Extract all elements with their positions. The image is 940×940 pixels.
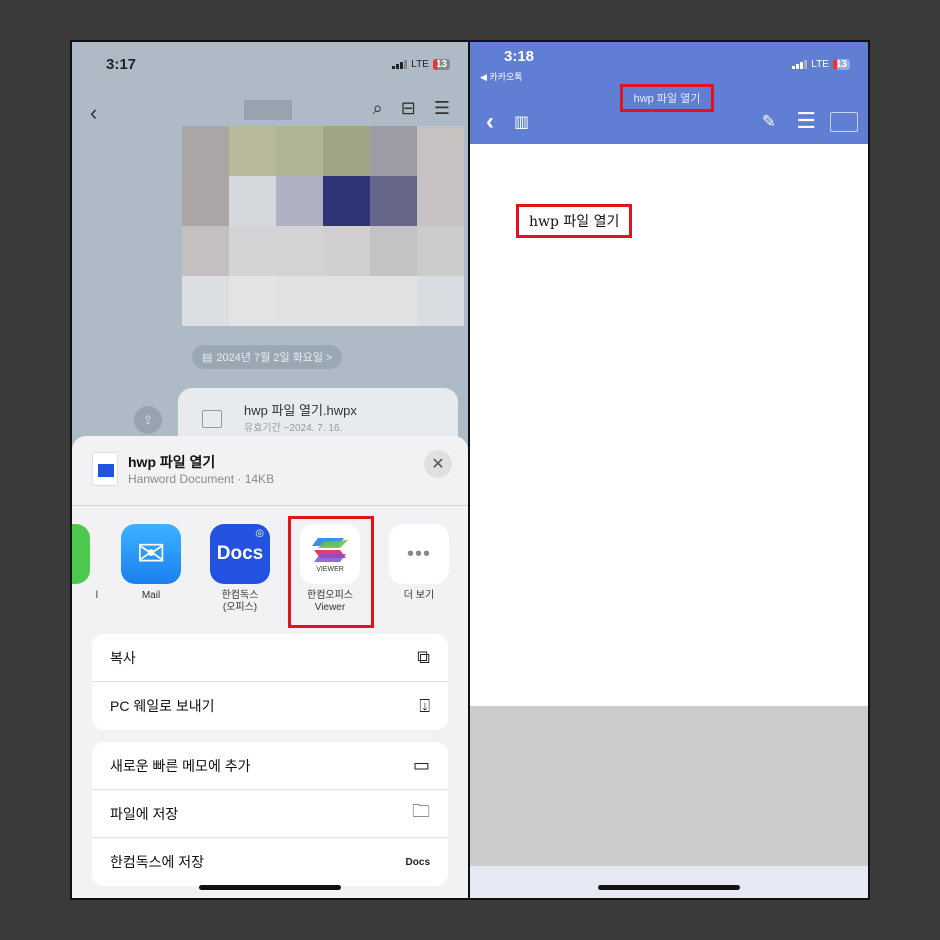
date-pill[interactable]: ▤ 2024년 7월 2일 화요일 > xyxy=(192,345,343,369)
action-send-whale[interactable]: PC 웨일로 보내기 ⍗ xyxy=(92,682,448,730)
status-time: 3:17 xyxy=(106,56,137,73)
menu-icon[interactable]: ☰ xyxy=(434,98,450,119)
status-indicators: LTE 13 xyxy=(392,59,450,70)
close-icon: ✕ xyxy=(431,456,445,473)
whale-send-icon: ⍗ xyxy=(419,695,430,716)
calendar-icon: ▤ xyxy=(202,351,213,364)
right-phone-screen: 3:18 ◀ 카카오톡 LTE 13 hwp 파일 열기 ‹ ▥ ✎ ☰ hwp… xyxy=(470,42,868,898)
battery-icon: 13 xyxy=(832,59,850,70)
chevron-left-icon[interactable]: ‹ xyxy=(90,100,97,126)
keyboard-icon[interactable] xyxy=(830,112,858,132)
action-group-1: 복사 ⧉ PC 웨일로 보내기 ⍗ xyxy=(92,634,448,730)
left-phone-screen: 3:17 LTE 13 ‹ ⌕ ⊟ ☰ ▤ 2024년 7월 2일 화요일 > ⇪… xyxy=(72,42,468,898)
document-background xyxy=(470,706,868,866)
copy-icon: ⧉ xyxy=(417,647,430,667)
status-time: 3:18 xyxy=(504,48,535,65)
pen-icon[interactable]: ✎ xyxy=(762,112,776,132)
archive-icon[interactable]: ⊟ xyxy=(401,98,416,119)
hancom-docs-icon: Docs ◎ xyxy=(210,524,270,584)
back-to-kakaotalk[interactable]: ◀ 카카오톡 xyxy=(480,70,523,83)
action-save-files[interactable]: 파일에 저장 🗀 xyxy=(92,790,448,838)
app-messages[interactable]: l xyxy=(72,524,100,602)
viewer-header: 3:18 ◀ 카카오톡 LTE 13 hwp 파일 열기 ‹ ▥ ✎ ☰ xyxy=(470,42,868,144)
network-label: LTE xyxy=(811,59,829,70)
file-expiry: 유효기간 ~2024. 7. 16. xyxy=(244,423,343,434)
chevron-left-icon[interactable]: ‹ xyxy=(486,108,494,136)
search-icon[interactable]: ⌕ xyxy=(373,98,383,119)
network-label: LTE xyxy=(411,59,429,70)
file-name: hwp 파일 열기.hwpx xyxy=(244,403,357,418)
share-icon[interactable]: ⇪ xyxy=(134,406,162,434)
quick-note-icon: ▭ xyxy=(412,755,430,775)
mail-icon: ✉ xyxy=(121,524,181,584)
folder-icon: 🗀 xyxy=(412,800,430,821)
chat-nav-bar: ‹ ⌕ ⊟ ☰ xyxy=(72,96,468,126)
signal-icon xyxy=(392,60,408,69)
document-thumbnail xyxy=(92,452,118,486)
docs-save-icon: Docs xyxy=(405,856,430,868)
app-hancom-docs[interactable]: Docs ◎ 한컴독스 (오피스) xyxy=(200,524,280,614)
messages-icon xyxy=(72,524,90,584)
action-copy[interactable]: 복사 ⧉ xyxy=(92,634,448,682)
app-mail[interactable]: ✉ Mail xyxy=(111,524,191,602)
viewer-toolbar: ‹ ▥ ✎ ☰ xyxy=(470,108,868,136)
action-quick-note[interactable]: 새로운 빠른 메모에 추가 ▭ xyxy=(92,742,448,790)
folder-icon xyxy=(202,410,222,428)
bottom-bar xyxy=(470,866,868,898)
share-app-row: l ✉ Mail Docs ◎ 한컴독스 (오피스) VIEWER 한컴오피스 V… xyxy=(72,524,468,624)
app-more[interactable]: ••• 더 보기 xyxy=(379,524,459,602)
share-sheet-header: hwp 파일 열기 Hanword Document · 14KB ✕ xyxy=(72,436,468,506)
home-indicator xyxy=(199,885,341,890)
menu-icon[interactable]: ☰ xyxy=(796,108,816,134)
share-title: hwp 파일 열기 xyxy=(128,454,216,470)
more-icon: ••• xyxy=(389,524,449,584)
action-save-docs[interactable]: 한컴독스에 저장 Docs xyxy=(92,838,448,886)
document-text: hwp 파일 열기 xyxy=(516,204,633,238)
close-button[interactable]: ✕ xyxy=(424,450,452,478)
book-icon[interactable]: ▥ xyxy=(514,112,529,132)
blurred-chat-title xyxy=(244,100,292,120)
battery-icon: 13 xyxy=(432,59,450,70)
share-subtitle: Hanword Document · 14KB xyxy=(128,472,275,486)
highlight-box-viewer xyxy=(288,516,374,628)
signal-icon xyxy=(792,60,808,69)
status-indicators: LTE 13 xyxy=(792,59,850,70)
blurred-image xyxy=(182,126,464,326)
home-indicator xyxy=(598,885,740,890)
share-sheet: hwp 파일 열기 Hanword Document · 14KB ✕ l ✉ … xyxy=(72,436,468,898)
action-group-2: 새로운 빠른 메모에 추가 ▭ 파일에 저장 🗀 한컴독스에 저장 Docs xyxy=(92,742,448,886)
comparison-frame: 3:17 LTE 13 ‹ ⌕ ⊟ ☰ ▤ 2024년 7월 2일 화요일 > ⇪… xyxy=(70,40,870,900)
document-page: hwp 파일 열기 xyxy=(470,144,868,706)
